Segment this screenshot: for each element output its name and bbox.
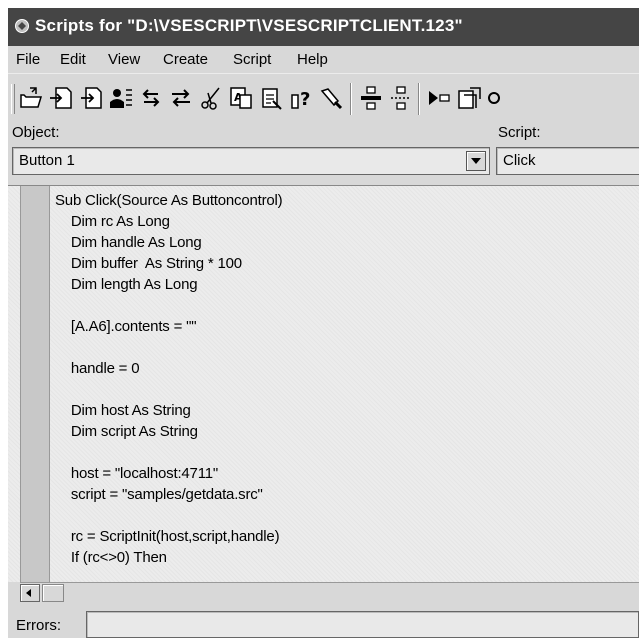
flashlight-icon[interactable] [318,85,344,111]
object-select[interactable]: Button 1 [12,147,490,175]
menu-edit[interactable]: Edit [60,51,86,68]
code-line: host = "localhost:4711" [55,465,218,482]
code-line: script = "samples/getdata.src" [55,486,263,503]
script-label: Script: [498,124,541,141]
code-line: Dim handle As Long [55,234,202,251]
run-icon[interactable] [426,85,452,111]
menu-create[interactable]: Create [163,51,208,68]
code-line: Dim buffer As String * 100 [55,255,242,272]
scripts-window: Scripts for "D:\VSESCRIPT\VSESCRIPTCLIEN… [8,8,639,638]
menu-help[interactable]: Help [297,51,328,68]
editor-gutter [20,186,50,582]
code-line: rc = ScriptInit(host,script,handle) [55,528,280,545]
toolbar: A ? [8,73,639,123]
window-title: Scripts for "D:\VSESCRIPT\VSESCRIPTCLIEN… [35,16,463,35]
menu-file[interactable]: File [16,51,40,68]
menu-view[interactable]: View [108,51,140,68]
more-tools-icon[interactable] [486,85,512,111]
find-icon[interactable]: A [228,85,254,111]
code-line: Dim length As Long [55,276,198,293]
toolbar-separator [418,83,420,115]
code-line: [A.A6].contents = "" [55,318,197,335]
svg-text:?: ? [300,89,310,110]
scrollbar-thumb[interactable] [42,584,64,602]
export-icon[interactable] [78,85,104,111]
undo-icon[interactable] [138,85,164,111]
menu-script[interactable]: Script [233,51,271,68]
code-line: Sub Click(Source As Buttoncontrol) [55,192,283,209]
object-select-value: Button 1 [19,152,75,169]
object-label: Object: [12,124,60,141]
script-app-icon [15,19,29,33]
horizontal-scrollbar[interactable] [20,582,639,602]
insert-below-icon[interactable] [388,85,414,111]
script-select[interactable]: Click [496,147,639,175]
user-list-icon[interactable] [108,85,134,111]
cut-icon[interactable] [198,85,224,111]
code-editor-frame: Sub Click(Source As Buttoncontrol) Dim r… [8,185,639,605]
code-line: handle = 0 [55,360,140,377]
toolbar-grip[interactable] [11,84,15,114]
code-line: Dim host As String [55,402,191,419]
replace-icon[interactable] [258,85,284,111]
code-line: Dim rc As Long [55,213,170,230]
toolbar-separator [350,83,352,115]
open-script-icon[interactable] [18,85,44,111]
code-line: Dim script As String [55,423,198,440]
help-icon[interactable]: ? [288,85,314,111]
title-bar[interactable]: Scripts for "D:\VSESCRIPT\VSESCRIPTCLIEN… [8,8,639,46]
code-line: If (rc<>0) Then [55,549,167,566]
import-icon[interactable] [48,85,74,111]
errors-field[interactable] [86,611,639,638]
redo-icon[interactable] [168,85,194,111]
insert-above-icon[interactable] [358,85,384,111]
menu-bar: File Edit View Create Script Help [8,46,639,73]
chevron-down-icon[interactable] [466,151,486,171]
debug-icon[interactable] [456,85,482,111]
code-editor[interactable]: Sub Click(Source As Buttoncontrol) Dim r… [8,186,639,582]
scroll-left-icon[interactable] [20,584,40,602]
script-select-value: Click [503,152,536,169]
errors-label: Errors: [16,617,61,634]
